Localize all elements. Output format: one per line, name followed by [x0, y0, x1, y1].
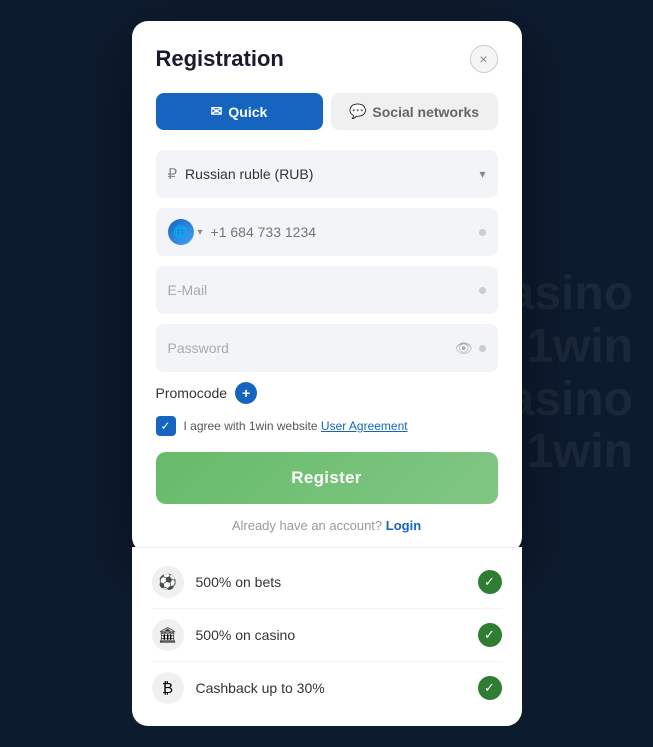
bonus-casino-text: 500% on casino: [196, 627, 478, 643]
flag-symbol: 🌐: [173, 225, 188, 239]
agreement-row: ✓ I agree with 1win website User Agreeme…: [156, 416, 498, 436]
login-row: Already have an account? Login: [156, 518, 498, 533]
bonuses-panel: ⚽ 500% on bets ✓ 🏛 500% on casino ✓ ₿ Ca…: [132, 547, 522, 726]
modal-wrapper: Registration × ✉ Quick 💬 Social networks…: [132, 21, 522, 726]
email-field-wrapper: [156, 266, 498, 314]
ruble-icon: ₽: [168, 165, 178, 183]
registration-modal: Registration × ✉ Quick 💬 Social networks…: [132, 21, 522, 553]
close-button[interactable]: ×: [470, 45, 498, 73]
cashback-icon: ₿: [152, 672, 184, 704]
envelope-icon: ✉: [211, 103, 223, 120]
bonus-bets-text: 500% on bets: [196, 574, 478, 590]
agree-checkbox[interactable]: ✓: [156, 416, 176, 436]
eye-icon[interactable]: 👁: [455, 340, 473, 357]
phone-chevron-icon[interactable]: ▾: [198, 227, 203, 238]
bonus-bets-check: ✓: [478, 570, 502, 594]
password-required-dot: [479, 345, 486, 352]
modal-header: Registration ×: [156, 45, 498, 73]
casino-icon: 🏛: [152, 619, 184, 651]
password-field-wrapper: 👁: [156, 324, 498, 372]
password-input[interactable]: [168, 340, 455, 356]
login-link[interactable]: Login: [386, 518, 421, 533]
agreement-text-part: I agree with 1win website: [184, 419, 321, 433]
bets-icon: ⚽: [152, 566, 184, 598]
chevron-down-icon: ▾: [479, 167, 485, 181]
bonus-item-cashback: ₿ Cashback up to 30% ✓: [152, 662, 502, 714]
currency-value: Russian ruble (RUB): [185, 166, 479, 182]
bonus-item-casino: 🏛 500% on casino ✓: [152, 609, 502, 662]
currency-selector[interactable]: ₽ Russian ruble (RUB) ▾: [156, 150, 498, 198]
bonus-item-bets: ⚽ 500% on bets ✓: [152, 556, 502, 609]
modal-title: Registration: [156, 46, 284, 72]
phone-input[interactable]: [211, 224, 479, 240]
tab-social-networks[interactable]: 💬 Social networks: [331, 93, 498, 130]
register-button[interactable]: Register: [156, 452, 498, 504]
bonus-cashback-text: Cashback up to 30%: [196, 680, 478, 696]
flag-icon[interactable]: 🌐: [168, 219, 194, 245]
email-input[interactable]: [168, 282, 479, 298]
bonus-cashback-check: ✓: [478, 676, 502, 700]
phone-field: 🌐 ▾: [156, 208, 498, 256]
phone-required-dot: [479, 229, 486, 236]
user-agreement-link[interactable]: User Agreement: [321, 419, 408, 433]
chat-icon: 💬: [349, 103, 366, 120]
add-promocode-button[interactable]: +: [235, 382, 257, 404]
tabs-container: ✉ Quick 💬 Social networks: [156, 93, 498, 130]
agreement-text: I agree with 1win website User Agreement: [184, 419, 408, 433]
promocode-row: Promocode +: [156, 382, 498, 404]
checkmark-icon: ✓: [160, 419, 170, 433]
already-account-text: Already have an account?: [232, 518, 382, 533]
bonus-casino-check: ✓: [478, 623, 502, 647]
tab-quick[interactable]: ✉ Quick: [156, 93, 323, 130]
promocode-label: Promocode: [156, 385, 228, 401]
email-required-dot: [479, 287, 486, 294]
tab-quick-label: Quick: [228, 104, 267, 120]
tab-social-label: Social networks: [372, 104, 479, 120]
